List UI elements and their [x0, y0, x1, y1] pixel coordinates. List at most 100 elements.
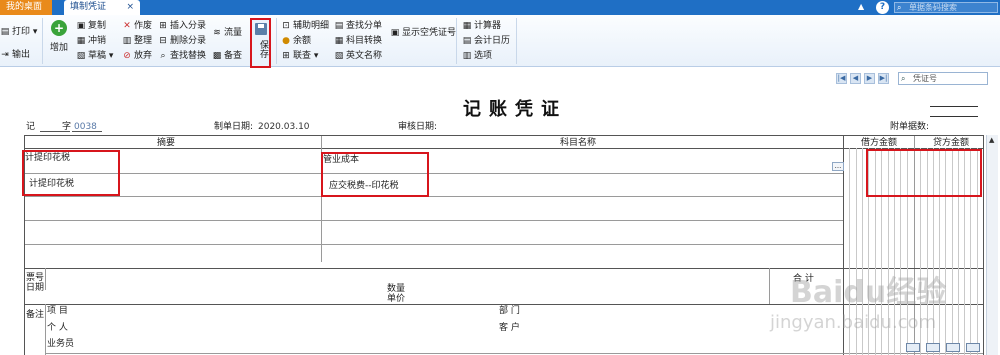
first-record-icon[interactable]: |◀: [836, 73, 847, 84]
balance-label: 余额: [293, 36, 312, 46]
delete-entry-label: 删除分录: [170, 36, 207, 46]
search-icon: ⌕: [897, 3, 902, 12]
delete-entry-button[interactable]: ⊟ 删除分录: [158, 35, 206, 47]
department-label: 部 门: [499, 306, 520, 316]
voucher-number-search-input[interactable]: ⌕ 凭证号: [898, 72, 988, 85]
void-label: 作废: [134, 21, 153, 31]
discard-button[interactable]: ⊘ 放弃: [122, 50, 152, 62]
tidy-label: 整理: [134, 36, 153, 46]
english-name-button[interactable]: ▧ 英文名称: [334, 50, 382, 62]
salesperson-label: 业务员: [47, 339, 75, 349]
subject-convert-button[interactable]: ▦ 科目转换: [334, 35, 382, 47]
insert-row-icon: ⊞: [159, 21, 167, 31]
options-button[interactable]: ▥ 选项: [462, 50, 492, 62]
calendar-icon: ▤: [462, 36, 472, 46]
find-split-icon: ▤: [334, 21, 344, 31]
calculator-button[interactable]: ▦ 计算器: [462, 20, 501, 32]
draft-button[interactable]: ▧ 草稿 ▾: [76, 50, 114, 62]
create-date-value[interactable]: 2020.03.10: [258, 122, 310, 132]
printer-icon: ▤: [0, 27, 10, 37]
voucher-type[interactable]: 记: [26, 122, 35, 132]
close-icon[interactable]: ×: [126, 0, 134, 15]
options-icon: ▥: [462, 51, 472, 61]
ticket-date-label: 日期: [26, 283, 45, 293]
tab-voucher[interactable]: 填制凭证 ×: [64, 0, 140, 15]
voucher-no-label: 字: [62, 122, 72, 132]
calculator-label: 计算器: [474, 21, 502, 31]
collapse-up-icon[interactable]: ▲: [858, 2, 864, 11]
linked-query-label: 联查: [293, 51, 312, 61]
divider: [25, 244, 843, 245]
subject-ref-button[interactable]: ...: [832, 162, 844, 171]
aux-detail-button[interactable]: ⊡ 辅助明细: [281, 20, 329, 32]
voucher-title: 记账凭证: [463, 99, 567, 120]
show-empty-no-icon: ▣: [390, 28, 400, 38]
next-record-icon[interactable]: ▶: [864, 73, 875, 84]
subject-convert-label: 科目转换: [346, 36, 383, 46]
divider: [45, 268, 46, 290]
divider: [25, 220, 843, 221]
divider: [45, 353, 983, 354]
divider: [930, 116, 978, 117]
add-icon: +: [51, 20, 67, 36]
ticket-no-label: 票号: [26, 273, 45, 283]
accounting-calendar-button[interactable]: ▤ 会计日历: [462, 35, 510, 47]
options-label: 选项: [474, 51, 493, 61]
barcode-search-input[interactable]: ⌕ 单据条码搜索: [894, 2, 998, 13]
divider: [25, 196, 843, 197]
individual-label: 个 人: [47, 323, 68, 333]
print-button[interactable]: ▤ 打印 ▾: [0, 26, 38, 38]
col-credit-header: 贷方金额: [933, 138, 970, 148]
backup-check-label: 备查: [224, 51, 243, 61]
divider: [45, 304, 46, 355]
watermark: Baidu经验 jingyan.baidu.com: [770, 262, 990, 352]
remarks-label: 备注: [26, 310, 45, 320]
tab-home[interactable]: 我的桌面: [0, 0, 52, 15]
export-icon: ⇥: [1, 50, 9, 60]
accounting-calendar-label: 会计日历: [474, 36, 511, 46]
scroll-up-icon[interactable]: ▲: [989, 136, 994, 144]
divider: [930, 106, 978, 107]
voucher-window: 我的桌面 填制凭证 × ▲ ? ⌕ 单据条码搜索 ▤ 打印 ▾ ⇥ 输出 ▣ 复制 ▦…: [0, 0, 1000, 355]
col-debit-header: 借方金额: [861, 138, 898, 148]
search-icon: ⌕: [901, 74, 906, 83]
find-replace-button[interactable]: ⌕ 查找替换: [158, 50, 206, 62]
divider: [25, 173, 843, 174]
save-button[interactable]: 保存: [250, 18, 271, 68]
calculator-icon: ▦: [462, 21, 472, 31]
show-empty-no-button[interactable]: ▣ 显示空凭证号: [390, 27, 456, 39]
separator: [42, 18, 43, 64]
add-button[interactable]: + 增加: [48, 20, 70, 60]
help-button[interactable]: ?: [876, 1, 889, 14]
discard-label: 放弃: [134, 51, 153, 61]
create-date-label: 制单日期:: [214, 122, 254, 132]
export-button[interactable]: ⇥ 输出: [0, 49, 30, 61]
backup-check-button[interactable]: ▩ 备查: [212, 50, 242, 62]
divider: [72, 131, 102, 132]
barcode-search-placeholder: 单据条码搜索: [909, 3, 957, 12]
prev-record-icon[interactable]: ◀: [850, 73, 861, 84]
find-split-button[interactable]: ▤ 查找分单: [334, 20, 382, 32]
aux-detail-icon: ⊡: [282, 21, 290, 31]
copy-button[interactable]: ▣ 复制: [76, 20, 106, 32]
last-record-icon[interactable]: ▶|: [878, 73, 889, 84]
reverse-button[interactable]: ▦ 冲销: [76, 35, 106, 47]
flow-icon: ≋: [213, 28, 221, 38]
tidy-icon: ▥: [122, 36, 132, 46]
balance-button[interactable]: ● 余额: [281, 35, 311, 47]
linked-query-button[interactable]: ⊞ 联查 ▾: [281, 50, 318, 62]
col-subject-header: 科目名称: [560, 138, 597, 148]
backup-check-icon: ▩: [212, 51, 222, 61]
highlight-subject: [321, 152, 429, 197]
tidy-button[interactable]: ▥ 整理: [122, 35, 152, 47]
project-label: 项 目: [47, 306, 68, 316]
watermark-url: jingyan.baidu.com: [770, 312, 937, 333]
col-summary-header: 摘要: [157, 138, 176, 148]
insert-entry-button[interactable]: ⊞ 插入分录: [158, 20, 206, 32]
flow-button[interactable]: ≋ 流量: [212, 27, 242, 39]
copy-label: 复制: [88, 21, 107, 31]
find-split-label: 查找分单: [346, 21, 383, 31]
delete-row-icon: ⊟: [159, 36, 167, 46]
insert-entry-label: 插入分录: [170, 21, 207, 31]
void-button[interactable]: ✕ 作废: [122, 20, 152, 32]
